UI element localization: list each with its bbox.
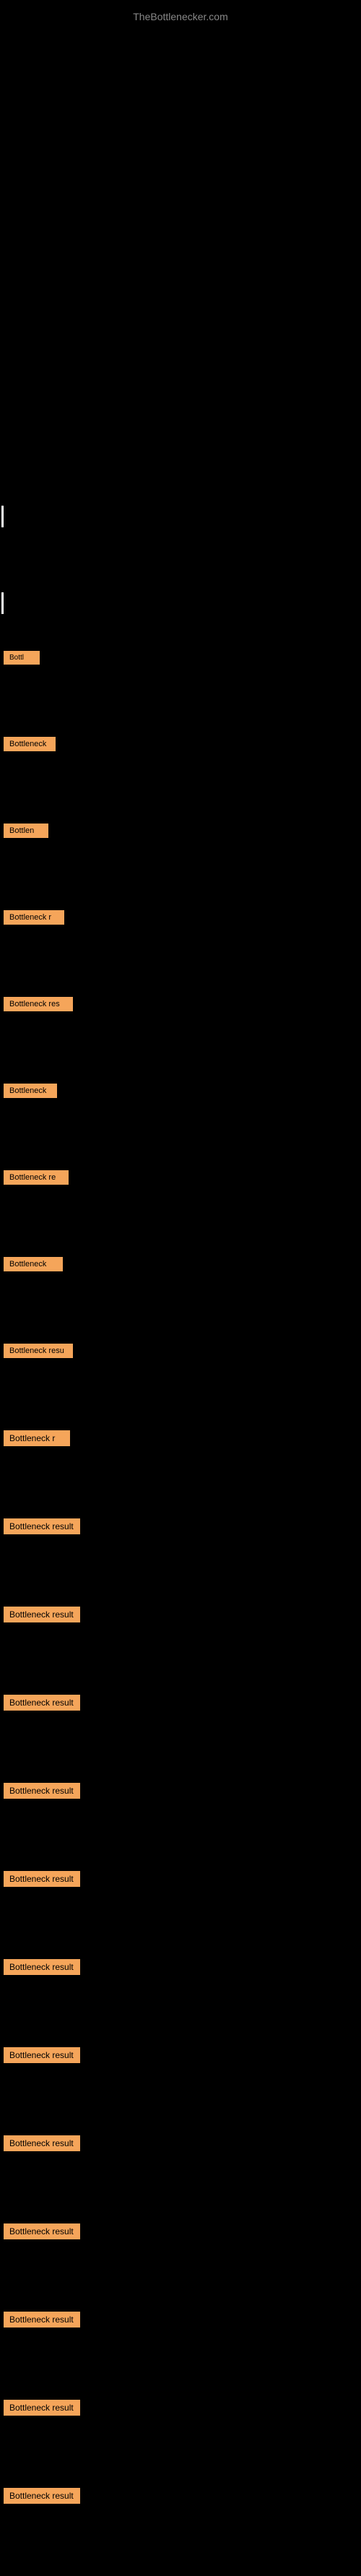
- bottleneck-badge[interactable]: Bottleneck result: [4, 2488, 80, 2504]
- bottleneck-row: Bottleneck result: [0, 1518, 361, 1570]
- bottleneck-row: Bottleneck result: [0, 2488, 361, 2540]
- bottleneck-row: Bottleneck result: [0, 2135, 361, 2187]
- bottleneck-badge[interactable]: Bottleneck r: [4, 1430, 70, 1446]
- bottleneck-badge[interactable]: Bottleneck result: [4, 2312, 80, 2328]
- bottleneck-badge[interactable]: Bottleneck result: [4, 2047, 80, 2063]
- bottleneck-row: Bottleneck result: [0, 2400, 361, 2452]
- bottleneck-badge[interactable]: Bottleneck r: [4, 910, 64, 925]
- bottleneck-row: Bottleneck result: [0, 1695, 361, 1747]
- bottleneck-badge[interactable]: Bottleneck result: [4, 2135, 80, 2151]
- bottleneck-badge[interactable]: Bottleneck result: [4, 2400, 80, 2416]
- bottleneck-row: Bottleneck result: [0, 2047, 361, 2099]
- bottleneck-badge[interactable]: Bottleneck: [4, 737, 56, 751]
- bottleneck-badge[interactable]: Bottleneck result: [4, 1959, 80, 1975]
- bottleneck-row: Bottleneck: [0, 1084, 361, 1134]
- bottleneck-row: Bottleneck r: [0, 910, 361, 961]
- bottleneck-badge[interactable]: Bottleneck: [4, 1084, 57, 1098]
- bottleneck-badge[interactable]: Bottleneck result: [4, 1783, 80, 1799]
- bottleneck-row: Bottlen: [0, 824, 361, 874]
- bottleneck-row: Bottleneck result: [0, 1959, 361, 2011]
- vertical-bar-1: [1, 506, 4, 527]
- bottleneck-row: Bottl: [0, 650, 361, 701]
- bottleneck-row: Bottleneck resu: [0, 1344, 361, 1394]
- bottleneck-row: Bottleneck: [0, 737, 361, 787]
- bottleneck-badge[interactable]: Bottl: [4, 651, 40, 665]
- bottleneck-badge[interactable]: Bottleneck re: [4, 1170, 69, 1185]
- bottleneck-badge[interactable]: Bottlen: [4, 824, 48, 838]
- page-background: TheBottlenecker.com Bottl Bottleneck Bottl…: [0, 0, 361, 2312]
- bottleneck-row: Bottleneck re: [0, 1170, 361, 1221]
- bottleneck-badge[interactable]: Bottleneck res: [4, 997, 73, 1011]
- bottleneck-badge[interactable]: Bottleneck result: [4, 1871, 80, 1887]
- bottleneck-row: Bottleneck result: [0, 2312, 361, 2364]
- bottleneck-row: Bottleneck res: [0, 997, 361, 1047]
- bottleneck-badge[interactable]: Bottleneck result: [4, 1518, 80, 1534]
- bottleneck-list: Bottl Bottleneck Bottlen Bottleneck r Bottle…: [0, 650, 361, 2576]
- bottleneck-row: Bottleneck result: [0, 1783, 361, 1835]
- bottleneck-badge[interactable]: Bottleneck result: [4, 1695, 80, 1711]
- bottleneck-row: Bottleneck result: [0, 1871, 361, 1923]
- bottleneck-row: Bottleneck r: [0, 1430, 361, 1482]
- bottleneck-badge[interactable]: Bottleneck result: [4, 1607, 80, 1622]
- bottleneck-badge[interactable]: Bottleneck result: [4, 2223, 80, 2239]
- bottleneck-badge[interactable]: Bottleneck resu: [4, 1344, 73, 1358]
- site-title-text: TheBottlenecker.com: [133, 11, 228, 22]
- bottleneck-row: Bottleneck result: [0, 1607, 361, 1659]
- bottleneck-row: Bottleneck: [0, 1257, 361, 1308]
- vertical-bar-2: [1, 592, 4, 614]
- site-title: TheBottlenecker.com: [0, 4, 361, 30]
- bottleneck-badge[interactable]: Bottleneck: [4, 1257, 63, 1271]
- bottleneck-row: Bottleneck result: [0, 2223, 361, 2275]
